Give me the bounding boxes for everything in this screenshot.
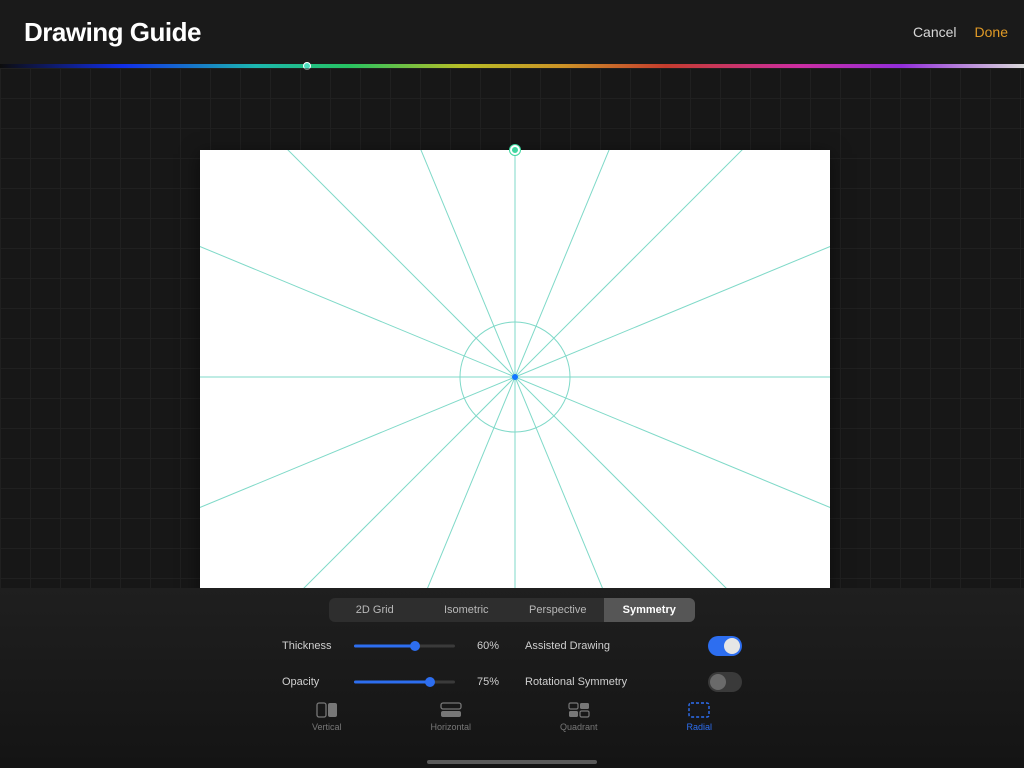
thickness-slider-thumb[interactable]: [410, 641, 420, 651]
assisted-toggle[interactable]: [708, 636, 742, 656]
mode-horizontal[interactable]: Horizontal: [430, 702, 471, 732]
radial-icon: [688, 702, 710, 718]
symmetry-center-dot: [512, 374, 518, 380]
segment-symmetry[interactable]: Symmetry: [604, 598, 696, 622]
canvas-preview[interactable]: [200, 150, 830, 604]
mode-label: Quadrant: [560, 722, 598, 732]
symmetry-guide-overlay: [200, 150, 830, 604]
mode-quadrant[interactable]: Quadrant: [560, 702, 598, 732]
symmetry-modes: Vertical Horizontal Quadrant Radial: [312, 702, 712, 732]
mode-vertical[interactable]: Vertical: [312, 702, 342, 732]
rotational-label: Rotational Symmetry: [525, 676, 627, 688]
vertical-icon: [316, 702, 338, 718]
thickness-slider[interactable]: [354, 639, 455, 653]
opacity-slider-thumb[interactable]: [425, 677, 435, 687]
segment-perspective[interactable]: Perspective: [512, 598, 604, 622]
thickness-value: 60%: [465, 640, 499, 652]
opacity-row: Opacity 75%: [282, 672, 499, 692]
guide-type-segmented[interactable]: 2D GridIsometricPerspectiveSymmetry: [329, 598, 695, 622]
home-indicator: [427, 760, 597, 764]
cancel-button[interactable]: Cancel: [913, 24, 957, 40]
rotational-row: Rotational Symmetry: [525, 672, 742, 692]
done-button[interactable]: Done: [975, 24, 1008, 40]
thickness-row: Thickness 60%: [282, 636, 499, 656]
mode-label: Horizontal: [430, 722, 471, 732]
quadrant-icon: [568, 702, 590, 718]
page-title: Drawing Guide: [24, 17, 201, 48]
controls-sheet: 2D GridIsometricPerspectiveSymmetry Thic…: [0, 588, 1024, 768]
header: Drawing Guide Cancel Done: [0, 0, 1024, 64]
horizontal-icon: [440, 702, 462, 718]
header-actions: Cancel Done: [913, 24, 1008, 40]
assisted-label: Assisted Drawing: [525, 640, 610, 652]
rotational-toggle[interactable]: [708, 672, 742, 692]
mode-label: Radial: [686, 722, 712, 732]
thickness-label: Thickness: [282, 640, 344, 652]
rotation-handle[interactable]: [510, 145, 520, 155]
opacity-value: 75%: [465, 676, 499, 688]
segment-2d-grid[interactable]: 2D Grid: [329, 598, 421, 622]
opacity-label: Opacity: [282, 676, 344, 688]
opacity-slider[interactable]: [354, 675, 455, 689]
mode-label: Vertical: [312, 722, 342, 732]
assisted-row: Assisted Drawing: [525, 636, 742, 656]
controls-grid: Thickness 60% Assisted Drawing Opacity 7…: [282, 636, 742, 692]
mode-radial[interactable]: Radial: [686, 702, 712, 732]
segment-isometric[interactable]: Isometric: [421, 598, 513, 622]
